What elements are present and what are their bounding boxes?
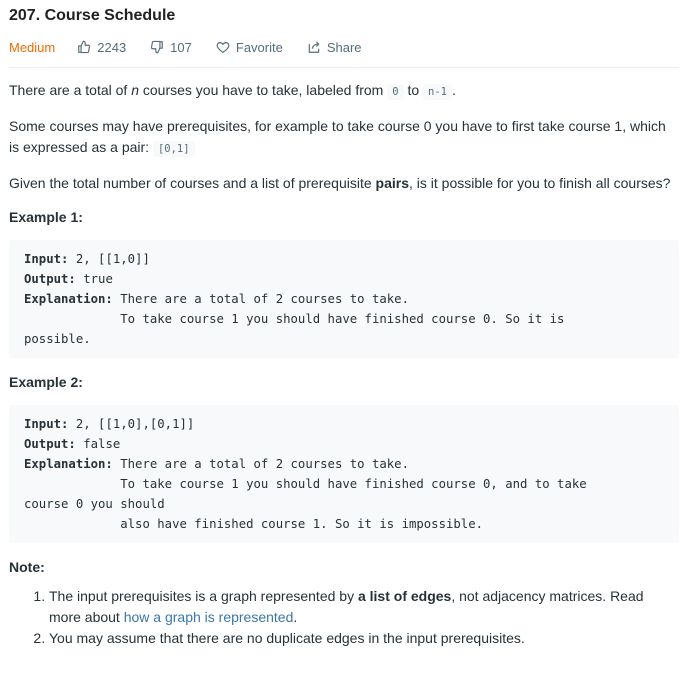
problem-description: There are a total of n courses you have … (9, 68, 679, 649)
example-2-title: Example 2: (9, 374, 83, 390)
like-count: 2243 (97, 39, 127, 55)
thumbs-down-icon (151, 40, 164, 54)
description-paragraph-2: Some courses may have prerequisites, for… (9, 118, 666, 157)
inline-code: [0,1] (152, 141, 195, 157)
problem-title: 207. Course Schedule (9, 7, 176, 24)
share-button[interactable]: Share (307, 40, 362, 55)
dislike-button[interactable]: 107 (150, 40, 192, 55)
variable-n: n (131, 82, 139, 98)
note-item: You may assume that there are no duplica… (49, 628, 679, 649)
example-1-block: Input: 2, [[1,0]] Output: true Explanati… (9, 240, 679, 358)
graph-representation-link[interactable]: how a graph is represented (124, 609, 294, 625)
description-paragraph-1: There are a total of n courses you have … (9, 82, 456, 100)
description-paragraph-3: Given the total number of courses and a … (9, 175, 671, 191)
note-item: The input prerequisites is a graph repre… (49, 586, 679, 628)
dislike-count: 107 (170, 39, 192, 55)
problem-page: 207. Course Schedule Medium 2243 107 Fav… (0, 5, 685, 649)
example-1-title: Example 1: (9, 209, 83, 225)
inline-code: 0 (387, 84, 404, 100)
example-2-block: Input: 2, [[1,0],[0,1]] Output: false Ex… (9, 405, 679, 543)
favorite-button[interactable]: Favorite (216, 40, 283, 55)
heart-icon (216, 42, 230, 53)
difficulty-badge: Medium (9, 39, 56, 55)
share-label: Share (326, 39, 362, 55)
note-list: The input prerequisites is a graph repre… (9, 586, 679, 649)
problem-meta-bar: Medium 2243 107 Favorite Share (9, 35, 679, 68)
inline-code: n-1 (423, 84, 452, 100)
bold-pairs: pairs (375, 175, 409, 191)
like-button[interactable]: 2243 (77, 40, 126, 55)
share-icon (308, 41, 320, 53)
favorite-label: Favorite (235, 39, 283, 55)
thumbs-up-icon (78, 40, 91, 54)
note-title: Note: (9, 559, 45, 575)
